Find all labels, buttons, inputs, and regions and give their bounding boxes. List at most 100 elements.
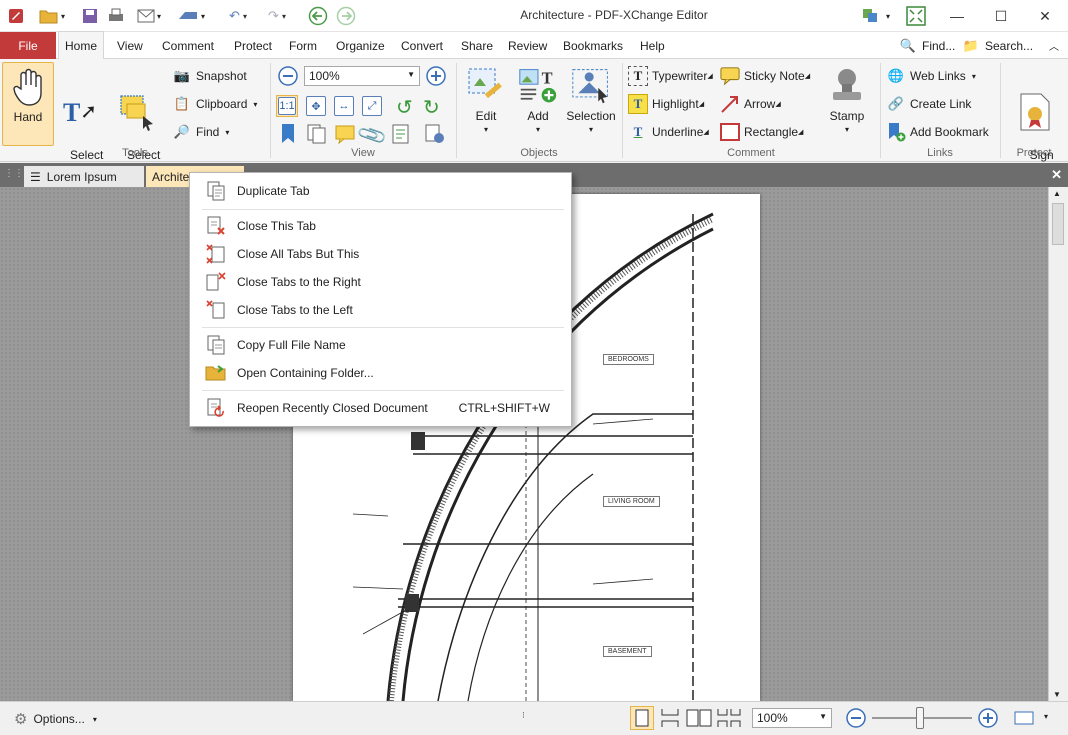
status-zoom-in-button[interactable] <box>977 707 999 732</box>
close-window-button[interactable]: ✕ <box>1022 0 1068 32</box>
find-button[interactable]: 🔎 Find ▾ <box>172 121 229 143</box>
underline-button[interactable]: T Underline ◢ <box>628 121 709 143</box>
stamp-button[interactable]: Stamp ▾ <box>820 66 874 136</box>
scan-icon[interactable]: ▾ <box>172 7 210 25</box>
tab-view[interactable]: View <box>111 32 149 59</box>
zoom-combobox[interactable]: 100% ▼ <box>304 66 420 86</box>
tab-review[interactable]: Review <box>502 32 553 59</box>
forward-icon[interactable] <box>335 6 357 26</box>
fit-visible-button[interactable]: ⤢ <box>362 96 382 116</box>
typewriter-icon: T <box>628 66 648 86</box>
comments-panel-icon[interactable] <box>334 123 356 148</box>
tab-file[interactable]: File <box>0 32 56 59</box>
arrow-label: Arrow <box>744 97 776 111</box>
add-bookmark-button[interactable]: Add Bookmark <box>886 121 989 143</box>
rectangle-button[interactable]: Rectangle ◢ <box>720 121 803 143</box>
print-icon[interactable] <box>106 7 126 25</box>
menu-item-close-all-tabs-but-this[interactable]: Close All Tabs But This <box>204 242 564 266</box>
fit-width-button[interactable]: ↔ <box>334 96 354 116</box>
view-settings-icon[interactable] <box>424 123 446 148</box>
tab-share[interactable]: Share <box>455 32 499 59</box>
web-links-button[interactable]: 🌐 Web Links ▾ <box>886 65 976 87</box>
vertical-scrollbar[interactable]: ▲ ▼ <box>1048 187 1068 701</box>
single-page-view-button[interactable] <box>630 706 654 730</box>
menu-item-reopen-closed-document[interactable]: Reopen Recently Closed Document CTRL+SHI… <box>204 396 564 420</box>
email-icon[interactable]: ▾ <box>134 7 164 25</box>
redo-icon[interactable]: ↷ ▾ <box>260 7 294 25</box>
scroll-down-icon[interactable]: ▼ <box>1053 690 1061 699</box>
status-grip-icon[interactable]: ⁝ <box>522 710 525 721</box>
fullscreen-status-icon[interactable] <box>1014 710 1034 729</box>
maximize-button[interactable]: ☐ <box>978 0 1024 32</box>
status-more-icon[interactable]: ▾ <box>1044 712 1048 721</box>
sticky-note-button[interactable]: Sticky Note ◢ <box>720 65 810 87</box>
selection-button[interactable]: Selection ▾ <box>565 66 617 136</box>
collapse-ribbon-icon[interactable]: ︿ <box>1043 32 1065 59</box>
search-menu-button[interactable]: 📁 Search... <box>955 32 1039 59</box>
tab-convert[interactable]: Convert <box>395 32 449 59</box>
menu-item-close-tabs-right[interactable]: Close Tabs to the Right <box>204 270 564 294</box>
save-icon[interactable] <box>80 7 100 25</box>
title-bar: ▾ ▾ ▾ ↶ ▾ ↷ ▾ Architecture - PDF-XChange E… <box>0 0 1068 32</box>
create-link-button[interactable]: 🔗 Create Link <box>886 93 971 115</box>
tab-organize[interactable]: Organize <box>330 32 391 59</box>
menu-item-close-this-tab[interactable]: Close This Tab <box>204 214 564 238</box>
add-button[interactable]: T Add ▾ <box>513 66 563 136</box>
rotate-left-icon[interactable]: ↺ <box>396 95 413 120</box>
options-button[interactable]: ⚙ Options... ▾ <box>14 710 97 728</box>
doc-tab-lorem-ipsum[interactable]: ☰ Lorem Ipsum <box>24 166 144 187</box>
tab-form[interactable]: Form <box>283 32 323 59</box>
hand-tool-button[interactable]: Hand <box>2 62 54 146</box>
menu-bar: File Home View Comment Protect Form Orga… <box>0 31 1068 59</box>
menu-item-label: Copy Full File Name <box>237 338 346 352</box>
status-zoom-combobox[interactable]: 100% ▼ <box>752 708 832 728</box>
zoom-in-button[interactable] <box>425 65 447 87</box>
menu-item-duplicate-tab[interactable]: Duplicate Tab <box>204 179 564 203</box>
tab-home[interactable]: Home <box>58 31 105 59</box>
rotate-right-icon[interactable]: ↻ <box>423 95 440 120</box>
find-menu-button[interactable]: 🔍 Find... <box>892 32 961 59</box>
clipboard-button[interactable]: 📋 Clipboard ▾ <box>172 93 257 115</box>
actual-size-button[interactable]: 1:1 <box>276 95 298 117</box>
tab-protect[interactable]: Protect <box>228 32 278 59</box>
doc-tab-menu-icon[interactable]: ☰ <box>30 170 41 184</box>
close-all-tabs-icon[interactable]: ✕ <box>1051 167 1062 183</box>
facing-continuous-view-icon[interactable] <box>716 708 742 731</box>
tab-comment[interactable]: Comment <box>156 32 220 59</box>
menu-item-open-containing-folder[interactable]: Open Containing Folder... <box>204 361 564 385</box>
zoom-out-button[interactable] <box>277 65 299 87</box>
minimize-button[interactable]: — <box>934 0 980 32</box>
fit-page-button[interactable]: ✥ <box>306 96 326 116</box>
fullscreen-icon[interactable] <box>905 6 927 26</box>
highlight-button[interactable]: T Highlight ◢ <box>628 93 704 115</box>
menu-item-copy-full-file-name[interactable]: Copy Full File Name <box>204 333 564 357</box>
bookmark-panel-button[interactable] <box>278 123 298 148</box>
snapshot-button[interactable]: 📷 Snapshot <box>172 65 247 87</box>
scroll-up-icon[interactable]: ▲ <box>1053 189 1061 198</box>
open-folder-menu-icon <box>204 362 228 384</box>
status-zoom-dropdown-icon[interactable]: ▼ <box>819 712 827 721</box>
open-folder-icon[interactable]: ▾ <box>38 7 66 25</box>
typewriter-button[interactable]: T Typewriter ◢ <box>628 65 713 87</box>
hand-icon <box>8 67 48 107</box>
close-tab-doc-icon <box>204 215 228 237</box>
scroll-thumb[interactable] <box>1052 203 1064 245</box>
menu-item-shortcut: CTRL+SHIFT+W <box>458 401 550 415</box>
edit-button[interactable]: Edit ▾ <box>462 66 510 136</box>
clipboard-icon: 📋 <box>173 96 191 111</box>
zoom-dropdown-icon[interactable]: ▼ <box>407 70 415 79</box>
properties-icon[interactable] <box>390 123 412 148</box>
arrow-button[interactable]: Arrow ◢ <box>720 93 781 115</box>
zoom-slider-thumb[interactable] <box>916 707 924 729</box>
status-zoom-out-button[interactable] <box>845 707 867 732</box>
back-icon[interactable] <box>307 6 329 26</box>
tabs-grip-icon[interactable]: ⋮⋮ <box>4 168 24 182</box>
tab-bookmarks[interactable]: Bookmarks <box>557 32 629 59</box>
menu-item-close-tabs-left[interactable]: Close Tabs to the Left <box>204 298 564 322</box>
facing-view-icon[interactable] <box>686 708 712 731</box>
undo-icon[interactable]: ↶ ▾ <box>221 7 255 25</box>
continuous-view-icon[interactable] <box>659 708 681 731</box>
pages-panel-icon[interactable] <box>306 123 328 148</box>
customize-toolbar-icon[interactable]: ▾ <box>856 7 896 25</box>
tab-help[interactable]: Help <box>634 32 671 59</box>
